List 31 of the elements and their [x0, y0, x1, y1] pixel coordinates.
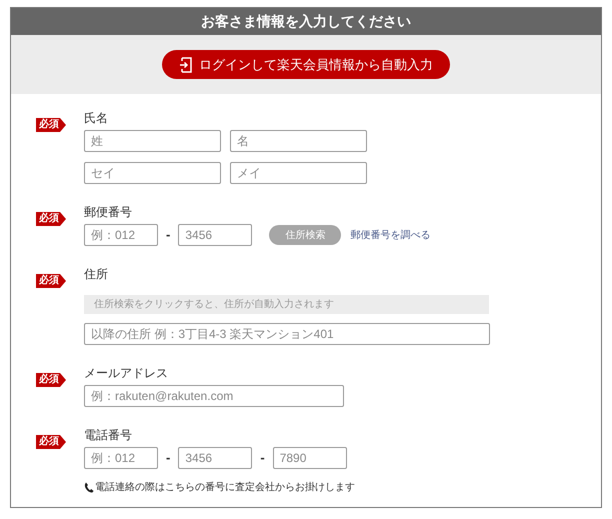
field-label: 電話番号 — [84, 427, 133, 443]
text-input[interactable]: セイ — [84, 162, 221, 184]
required-badge: 必須 — [36, 212, 66, 226]
field-label: 住所 — [84, 266, 109, 282]
login-icon — [179, 56, 193, 72]
login-button[interactable]: ログインして楽天会員情報から自動入力 — [162, 50, 450, 79]
phone-contact-note: 電話連絡の際はこちらの番号に査定会社からお掛けします — [95, 480, 355, 495]
text-input[interactable]: 7890 — [272, 447, 347, 469]
field-label: 氏名 — [84, 110, 109, 126]
required-badge: 必須 — [36, 435, 66, 449]
field-label: 郵便番号 — [84, 204, 133, 220]
text-input[interactable]: メイ — [230, 162, 367, 184]
text-input[interactable]: 3456 — [178, 224, 252, 246]
dash-separator: - — [259, 449, 266, 468]
dash-separator: - — [165, 226, 172, 244]
text-input[interactable]: 例：012 — [84, 447, 158, 469]
page-title: お客さま情報を入力してください — [201, 12, 411, 31]
dash-separator: - — [165, 449, 172, 468]
required-badge: 必須 — [36, 373, 66, 387]
text-input[interactable]: 以降の住所 例：3丁目4-3 楽天マンション401 — [84, 323, 490, 345]
postal-lookup-link[interactable]: 郵便番号を調べる — [350, 228, 430, 242]
text-input[interactable]: 姓 — [84, 130, 221, 152]
text-input[interactable]: 例：rakuten@rakuten.com — [84, 385, 344, 407]
auto-address-display: 住所検索をクリックすると、住所が自動入力されます — [84, 295, 489, 314]
phone-icon — [84, 482, 94, 493]
text-input[interactable]: 名 — [230, 130, 367, 152]
text-input[interactable]: 例：012 — [84, 224, 158, 246]
required-badge: 必須 — [36, 274, 66, 288]
text-input[interactable]: 3456 — [178, 447, 252, 469]
required-badge: 必須 — [36, 118, 66, 132]
field-label: メールアドレス — [84, 365, 169, 381]
